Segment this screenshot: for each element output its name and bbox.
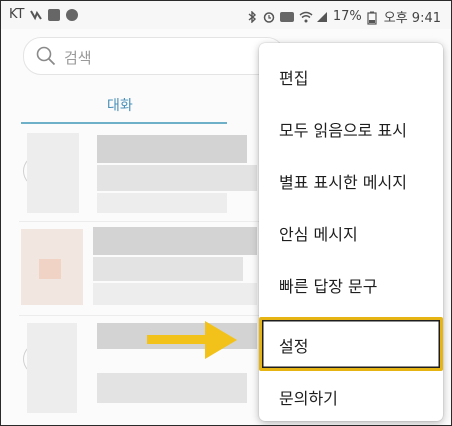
menu-item-mark-all-read[interactable]: 모두 읽음으로 표시 xyxy=(259,101,443,153)
menu-item-label: 편집 xyxy=(279,69,309,88)
menu-item-starred-messages[interactable]: 별표 표시한 메시지 xyxy=(259,153,443,205)
wifi-icon xyxy=(299,11,313,23)
battery-percent: 17% xyxy=(332,9,362,24)
list-item[interactable] xyxy=(1,223,261,315)
tab-conversations[interactable]: 대화 xyxy=(107,95,133,115)
menu-item-label: 별표 표시한 메시지 xyxy=(279,173,407,192)
hd-voice-icon xyxy=(279,11,294,22)
screen-frame: KT 17% 오후 9:41 검색 대화 편집 모두 읽음으로 표시 별표 표시… xyxy=(0,0,452,426)
carrier-label: KT xyxy=(9,7,25,22)
menu-item-edit[interactable]: 편집 xyxy=(259,49,443,101)
menu-item-safe-messages[interactable]: 안심 메시지 xyxy=(259,205,443,257)
menu-item-label: 안심 메시지 xyxy=(279,225,358,244)
clock: 오후 9:41 xyxy=(383,11,441,26)
status-bar: KT 17% 오후 9:41 xyxy=(1,1,451,29)
signal-icon xyxy=(316,11,328,23)
arrow-right-icon xyxy=(147,321,237,359)
chat-notification-icon xyxy=(66,8,79,21)
battery-icon xyxy=(367,11,379,25)
alarm-icon xyxy=(263,11,275,23)
bluetooth-icon xyxy=(246,9,258,24)
search-icon xyxy=(36,46,56,66)
menu-item-label: 모두 읽음으로 표시 xyxy=(279,121,407,140)
list-divider xyxy=(19,315,259,316)
overflow-menu: 편집 모두 읽음으로 표시 별표 표시한 메시지 안심 메시지 빠른 답장 문구… xyxy=(259,43,443,421)
search-placeholder: 검색 xyxy=(64,49,92,67)
search-bar[interactable]: 검색 xyxy=(23,37,285,75)
message-notification-icon xyxy=(48,8,61,21)
missed-call-icon xyxy=(30,9,43,21)
list-divider xyxy=(19,221,259,222)
menu-item-settings[interactable]: 설정 xyxy=(259,317,443,371)
list-item[interactable] xyxy=(1,129,261,221)
menu-item-label: 문의하기 xyxy=(279,389,338,408)
menu-item-quick-responses[interactable]: 빠른 답장 문구 xyxy=(259,257,443,309)
menu-item-contact-us[interactable]: 문의하기 xyxy=(259,369,443,421)
menu-item-label: 설정 xyxy=(279,337,309,356)
menu-item-label: 빠른 답장 문구 xyxy=(279,277,378,296)
tab-indicator xyxy=(21,122,227,124)
